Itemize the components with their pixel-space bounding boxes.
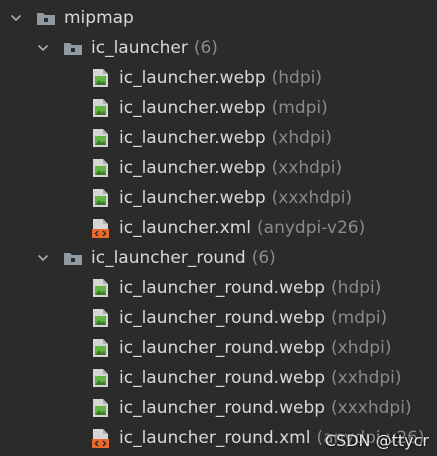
- tree-node-mipmap[interactable]: mipmap: [0, 3, 437, 33]
- file-row[interactable]: ic_launcher.webp (xhdpi): [0, 123, 437, 153]
- file-name: ic_launcher.webp: [119, 188, 266, 208]
- image-file-icon: [93, 399, 108, 417]
- image-file-icon: [93, 69, 108, 87]
- file-qualifier: (hdpi): [331, 278, 382, 298]
- folder-icon: [37, 12, 55, 25]
- group-label: ic_launcher_round: [91, 248, 246, 268]
- file-name: ic_launcher.xml: [119, 218, 252, 238]
- image-file-icon: [93, 339, 108, 357]
- file-qualifier: (xhdpi): [271, 128, 333, 148]
- file-name: ic_launcher_round.webp: [119, 278, 326, 298]
- image-file-icon: [93, 159, 108, 177]
- chevron-down-icon[interactable]: [37, 252, 49, 264]
- folder-icon: [64, 252, 82, 265]
- chevron-down-icon[interactable]: [10, 12, 22, 24]
- file-name: ic_launcher_round.webp: [119, 308, 326, 328]
- file-row[interactable]: ic_launcher.webp (xxxhdpi): [0, 183, 437, 213]
- folder-icon: [64, 42, 82, 55]
- group-count: (6): [193, 38, 218, 58]
- folder-label: mipmap: [64, 8, 134, 28]
- file-name: ic_launcher_round.webp: [119, 338, 326, 358]
- file-row[interactable]: ic_launcher_round.webp (xxxhdpi): [0, 393, 437, 423]
- group-label: ic_launcher: [91, 38, 188, 58]
- file-qualifier: (xhdpi): [331, 338, 392, 358]
- image-file-icon: [93, 129, 108, 147]
- file-name: ic_launcher.webp: [119, 98, 266, 118]
- chevron-down-icon[interactable]: [37, 42, 49, 54]
- image-file-icon: [93, 309, 108, 327]
- file-qualifier: (mdpi): [271, 98, 328, 118]
- file-row[interactable]: ic_launcher_round.webp (xhdpi): [0, 333, 437, 363]
- watermark: CSDN @ttycr: [324, 431, 429, 450]
- xml-file-icon: [92, 429, 109, 448]
- file-qualifier: (xxxhdpi): [271, 188, 353, 208]
- file-name: ic_launcher_round.webp: [119, 398, 326, 418]
- file-row[interactable]: ic_launcher_round.webp (mdpi): [0, 303, 437, 333]
- file-qualifier: (mdpi): [331, 308, 388, 328]
- file-row[interactable]: ic_launcher_round.webp (xxhdpi): [0, 363, 437, 393]
- file-name: ic_launcher_round.xml: [119, 428, 311, 448]
- file-qualifier: (xxhdpi): [271, 158, 343, 178]
- file-name: ic_launcher.webp: [119, 158, 266, 178]
- xml-file-icon: [92, 219, 109, 238]
- file-qualifier: (anydpi-v26): [257, 218, 366, 238]
- tree-node-ic-launcher-round[interactable]: ic_launcher_round (6): [0, 243, 437, 273]
- tree-node-ic-launcher[interactable]: ic_launcher (6): [0, 33, 437, 63]
- file-qualifier: (hdpi): [271, 68, 322, 88]
- file-row[interactable]: ic_launcher.webp (hdpi): [0, 63, 437, 93]
- image-file-icon: [93, 369, 108, 387]
- file-row[interactable]: ic_launcher.xml (anydpi-v26): [0, 213, 437, 243]
- file-qualifier: (xxxhdpi): [331, 398, 412, 418]
- file-name: ic_launcher.webp: [119, 128, 266, 148]
- file-row[interactable]: ic_launcher.webp (xxhdpi): [0, 153, 437, 183]
- file-name: ic_launcher.webp: [119, 68, 266, 88]
- image-file-icon: [93, 279, 108, 297]
- image-file-icon: [93, 99, 108, 117]
- image-file-icon: [93, 189, 108, 207]
- group-count: (6): [251, 248, 276, 268]
- file-row[interactable]: ic_launcher_round.webp (hdpi): [0, 273, 437, 303]
- file-row[interactable]: ic_launcher.webp (mdpi): [0, 93, 437, 123]
- file-qualifier: (xxhdpi): [331, 368, 402, 388]
- file-name: ic_launcher_round.webp: [119, 368, 326, 388]
